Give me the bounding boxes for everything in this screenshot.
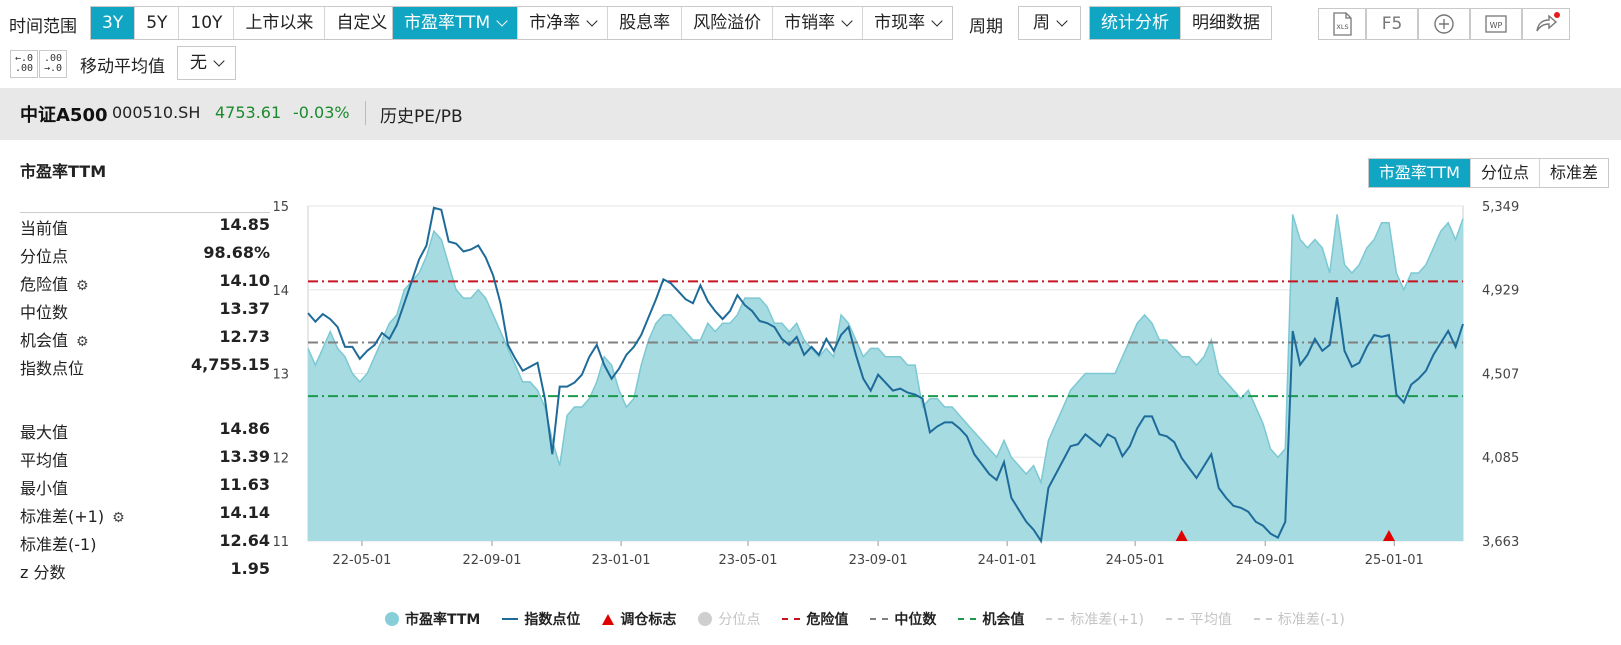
legend-dash-icon [958,618,977,620]
legend-item[interactable]: 平均值 [1165,608,1232,630]
y-left-tick: 15 [272,200,289,215]
y-left-tick: 11 [272,535,289,550]
legend-item[interactable]: 市盈率TTM [385,608,480,630]
legend-item[interactable]: 中位数 [870,608,936,630]
legend-dash-icon [870,618,889,620]
legend-item[interactable]: 危险值 [782,608,848,630]
legend-label: 调仓标志 [620,612,677,628]
y-left-tick: 13 [272,368,289,383]
y-right-tick: 5,349 [1482,200,1519,215]
legend-label: 标准差(+1) [1070,612,1144,628]
x-tick-label: 23-01-01 [592,553,651,568]
x-tick-label: 24-09-01 [1236,553,1295,568]
legend-label: 平均值 [1189,612,1232,628]
x-tick-label: 25-01-01 [1365,553,1424,568]
pe-chart: 11 12 13 14 15 3,663 4,085 4,507 4,929 5,349 22-05… [272,200,1519,568]
legend-label: 市盈率TTM [405,612,481,628]
y-right-tick: 4,507 [1482,367,1519,382]
y-right-tick: 4,929 [1482,283,1519,298]
x-tick-label: 24-01-01 [978,553,1037,568]
chart-legend: 市盈率TTM 指数点位 调仓标志 分位点 危险值 中位数 机会值 标准差(+1) 平均值 标准差(… [385,608,1367,630]
legend-item[interactable]: 机会值 [958,608,1024,630]
legend-dash-icon [1046,618,1065,620]
legend-item[interactable]: 标准差(+1) [1046,608,1144,630]
legend-item[interactable]: 标准差(-1) [1253,608,1345,630]
x-tick-label: 23-09-01 [849,553,908,568]
y-left-tick: 14 [272,284,289,299]
legend-dot-icon [698,612,713,626]
y-right-tick: 3,663 [1482,535,1519,550]
legend-dash-icon [1165,618,1184,620]
legend-label: 危险值 [806,612,849,628]
x-tick-label: 22-05-01 [332,553,391,568]
legend-item[interactable]: 指数点位 [502,608,580,630]
legend-line-icon [502,618,519,620]
legend-dot-icon [385,612,399,626]
legend-triangle-icon [602,613,615,625]
legend-label: 指数点位 [524,612,581,628]
legend-dash-icon [782,618,801,620]
legend-dash-icon [1253,618,1272,620]
x-tick-label: 23-05-01 [718,553,777,568]
legend-item[interactable]: 调仓标志 [602,608,676,630]
y-left-tick: 12 [272,451,289,466]
legend-label: 分位点 [718,612,761,628]
legend-label: 中位数 [894,612,937,628]
legend-item[interactable]: 分位点 [698,608,760,630]
x-tick-label: 24-05-01 [1106,553,1165,568]
y-right-tick: 4,085 [1482,451,1519,466]
legend-label: 机会值 [982,612,1025,628]
legend-label: 标准差(-1) [1277,612,1345,628]
x-tick-label: 22-09-01 [463,553,522,568]
